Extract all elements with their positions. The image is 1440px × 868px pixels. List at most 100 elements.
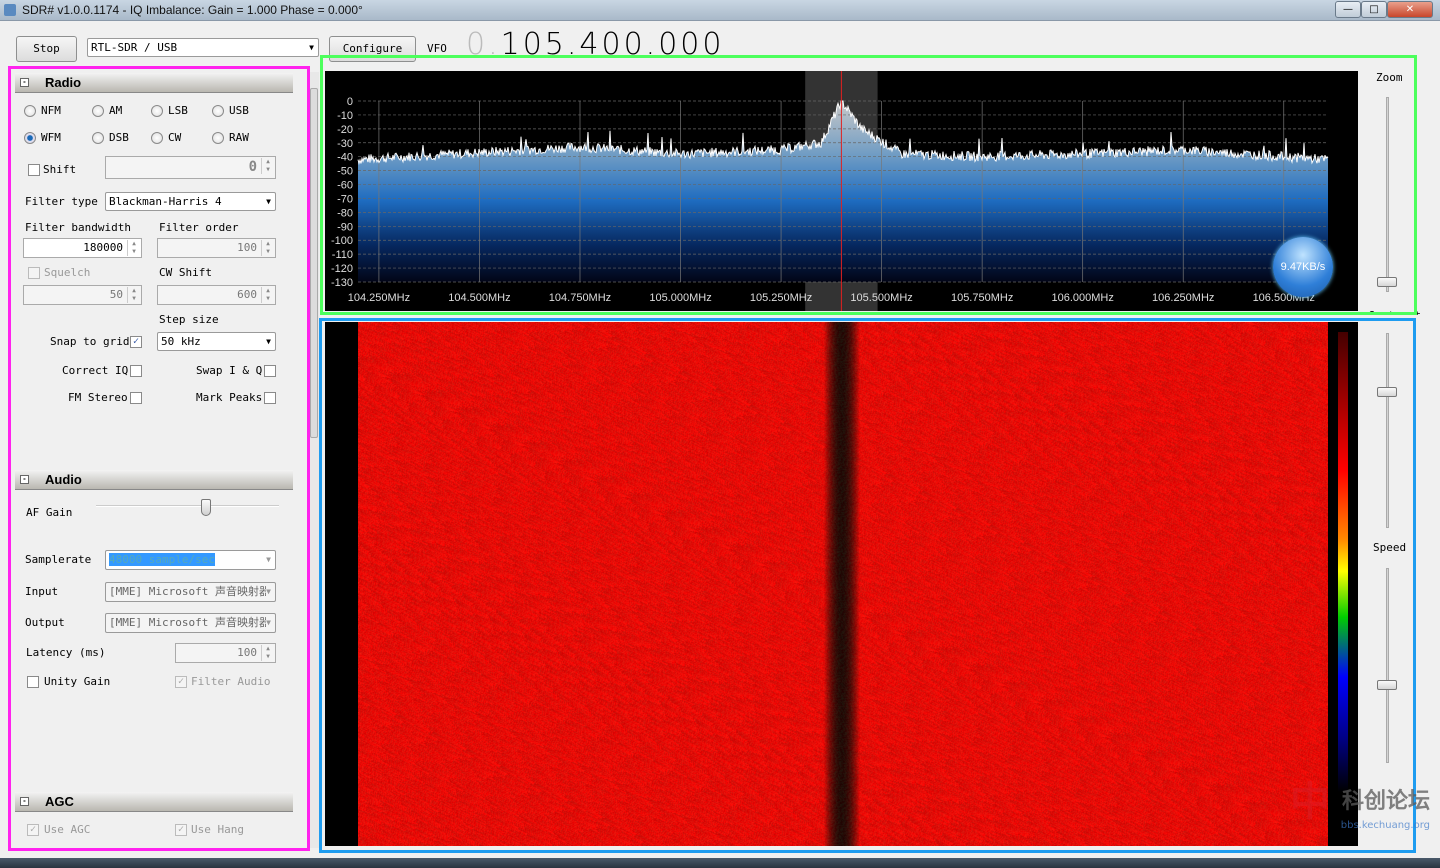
mode-radio-usb[interactable] bbox=[212, 105, 224, 117]
contrast-slider[interactable] bbox=[1386, 333, 1389, 528]
fm-stereo-checkbox[interactable] bbox=[130, 392, 142, 404]
spinner-icon: ▲ ▼ bbox=[127, 287, 140, 303]
unity-gain-checkbox[interactable] bbox=[27, 676, 39, 688]
collapse-icon: - bbox=[20, 475, 29, 484]
mode-radio-raw[interactable] bbox=[212, 132, 224, 144]
configure-button[interactable]: Configure bbox=[329, 36, 416, 62]
mode-radio-wfm[interactable] bbox=[24, 132, 36, 144]
spinner-icon: ▲ ▼ bbox=[127, 240, 140, 256]
swap-iq-checkbox[interactable] bbox=[264, 365, 276, 377]
x-tick-label: 106.250MHz bbox=[1152, 292, 1214, 304]
mode-radio-nfm[interactable] bbox=[24, 105, 36, 117]
latency-label: Latency (ms) bbox=[26, 646, 106, 659]
waterfall[interactable] bbox=[325, 322, 1358, 846]
audio-section-header[interactable]: - Audio bbox=[15, 470, 293, 490]
contrast-slider-thumb[interactable] bbox=[1377, 386, 1397, 397]
spinner-icon: ▲ ▼ bbox=[261, 645, 274, 661]
y-tick-label: -110 bbox=[332, 249, 353, 261]
snap-to-grid-label: Snap to grid bbox=[50, 335, 130, 348]
use-hang-checkbox[interactable]: ✓ bbox=[175, 824, 187, 836]
agc-section-header[interactable]: - AGC bbox=[15, 792, 293, 812]
spectrum-area bbox=[358, 101, 1328, 282]
x-tick-label: 104.250MHz bbox=[348, 292, 410, 304]
mode-label: AM bbox=[109, 104, 123, 117]
speed-slider[interactable] bbox=[1386, 568, 1389, 763]
step-size-value: 50 kHz bbox=[161, 335, 201, 348]
af-gain-slider[interactable] bbox=[96, 505, 279, 507]
agc-header-label: AGC bbox=[45, 794, 74, 809]
mode-radio-am[interactable] bbox=[92, 105, 104, 117]
correct-iq-label: Correct IQ bbox=[62, 364, 129, 377]
watermark-logo: 中科创论坛 bbs.kechuang.org bbox=[1290, 779, 1430, 831]
output-device-select[interactable]: [MME] Microsoft 声音映射器 ▼ bbox=[105, 613, 276, 633]
contrast-label: Contrast bbox=[1368, 309, 1421, 315]
window-title: SDR# v1.0.0.1174 - IQ Imbalance: Gain = … bbox=[22, 3, 363, 17]
fm-stereo-label: FM Stereo bbox=[68, 391, 128, 404]
chevron-down-icon: ▼ bbox=[266, 197, 271, 206]
vfo-frequency-display[interactable]: 0.105.400.000 bbox=[466, 27, 724, 62]
spectrum-plot[interactable]: 0 -10 -20 -30 -40 -50 -60-70 -80 -90 -100 -110 -120… bbox=[325, 71, 1358, 311]
x-tick-label: 104.750MHz bbox=[549, 292, 611, 304]
latency-value: 100 bbox=[237, 646, 257, 659]
shift-value: 0 bbox=[248, 159, 257, 175]
swap-iq-label: Swap I & Q bbox=[196, 364, 263, 377]
shift-label: Shift bbox=[43, 163, 77, 176]
zoom-slider-thumb[interactable] bbox=[1377, 277, 1397, 288]
snap-to-grid-checkbox[interactable]: ✓ bbox=[130, 336, 142, 348]
chevron-down-icon: ▼ bbox=[266, 583, 271, 600]
cw-shift-value: 600 bbox=[237, 288, 257, 301]
chevron-down-icon: ▼ bbox=[266, 555, 271, 564]
mark-peaks-checkbox[interactable] bbox=[264, 392, 276, 404]
collapse-icon: - bbox=[20, 797, 29, 806]
filter-type-select[interactable]: Blackman-Harris 4 ▼ bbox=[105, 192, 276, 211]
shift-input[interactable]: 0 ▲ ▼ bbox=[105, 156, 276, 179]
zoom-slider[interactable] bbox=[1386, 97, 1389, 292]
scrollbar-thumb[interactable] bbox=[310, 88, 318, 438]
samplerate-select[interactable]: 48000 sample/sec ▼ bbox=[105, 550, 276, 570]
maximize-button[interactable]: □ bbox=[1361, 1, 1387, 18]
filter-type-value: Blackman-Harris 4 bbox=[109, 195, 222, 208]
y-tick-label: 0 bbox=[347, 96, 353, 108]
y-tick-label: -90 bbox=[337, 221, 353, 233]
use-agc-checkbox[interactable]: ✓ bbox=[27, 824, 39, 836]
cw-shift-input[interactable]: 600 ▲ ▼ bbox=[157, 285, 276, 305]
radio-section-header[interactable]: - Radio bbox=[15, 73, 293, 93]
filter-order-value: 100 bbox=[237, 241, 257, 254]
mode-radio-cw[interactable] bbox=[151, 132, 163, 144]
source-value: RTL-SDR / USB bbox=[91, 41, 178, 54]
filter-bandwidth-input[interactable]: 180000 ▲ ▼ bbox=[23, 238, 142, 258]
filter-audio-checkbox[interactable]: ✓ bbox=[175, 676, 187, 688]
latency-input[interactable]: 100 ▲ ▼ bbox=[175, 643, 276, 663]
minimize-button[interactable]: — bbox=[1335, 1, 1361, 18]
y-tick-label: -20 bbox=[337, 124, 353, 136]
squelch-checkbox[interactable] bbox=[28, 267, 40, 279]
input-device-select[interactable]: [MME] Microsoft 声音映射器 ▼ bbox=[105, 582, 276, 602]
source-select[interactable]: RTL-SDR / USB ▼ bbox=[87, 38, 319, 57]
waterfall-canvas[interactable] bbox=[358, 322, 1328, 846]
step-size-select[interactable]: 50 kHz ▼ bbox=[157, 332, 276, 351]
network-rate-badge: 9.47KB/s bbox=[1273, 237, 1333, 297]
app-icon bbox=[4, 4, 16, 16]
filter-order-input[interactable]: 100 ▲ ▼ bbox=[157, 238, 276, 258]
mode-radio-dsb[interactable] bbox=[92, 132, 104, 144]
spinner-icon: ▲ ▼ bbox=[261, 287, 274, 303]
x-tick-label: 104.500MHz bbox=[448, 292, 510, 304]
close-button[interactable]: ✕ bbox=[1387, 1, 1433, 18]
speed-label: Speed bbox=[1373, 541, 1407, 554]
y-tick-label: -100 bbox=[331, 235, 353, 247]
spectrum-analyzer[interactable]: 0 -10 -20 -30 -40 -50 -60 -70 -80 -90 -100 -110 -120… bbox=[325, 71, 1358, 311]
af-gain-slider-thumb[interactable] bbox=[200, 499, 211, 516]
panel-scrollbar[interactable] bbox=[308, 72, 319, 848]
chevron-down-icon: ▼ bbox=[266, 614, 271, 631]
audio-header-label: Audio bbox=[45, 472, 82, 487]
y-tick-label: -50 bbox=[337, 166, 353, 178]
squelch-input[interactable]: 50 ▲ ▼ bbox=[23, 285, 142, 305]
correct-iq-checkbox[interactable] bbox=[130, 365, 142, 377]
stop-button[interactable]: Stop bbox=[16, 36, 77, 62]
x-tick-label: 106.000MHz bbox=[1051, 292, 1113, 304]
mode-radio-lsb[interactable] bbox=[151, 105, 163, 117]
mode-label: DSB bbox=[109, 131, 129, 144]
shift-checkbox[interactable] bbox=[28, 164, 40, 176]
x-tick-label: 105.250MHz bbox=[750, 292, 812, 304]
speed-slider-thumb[interactable] bbox=[1377, 680, 1397, 690]
